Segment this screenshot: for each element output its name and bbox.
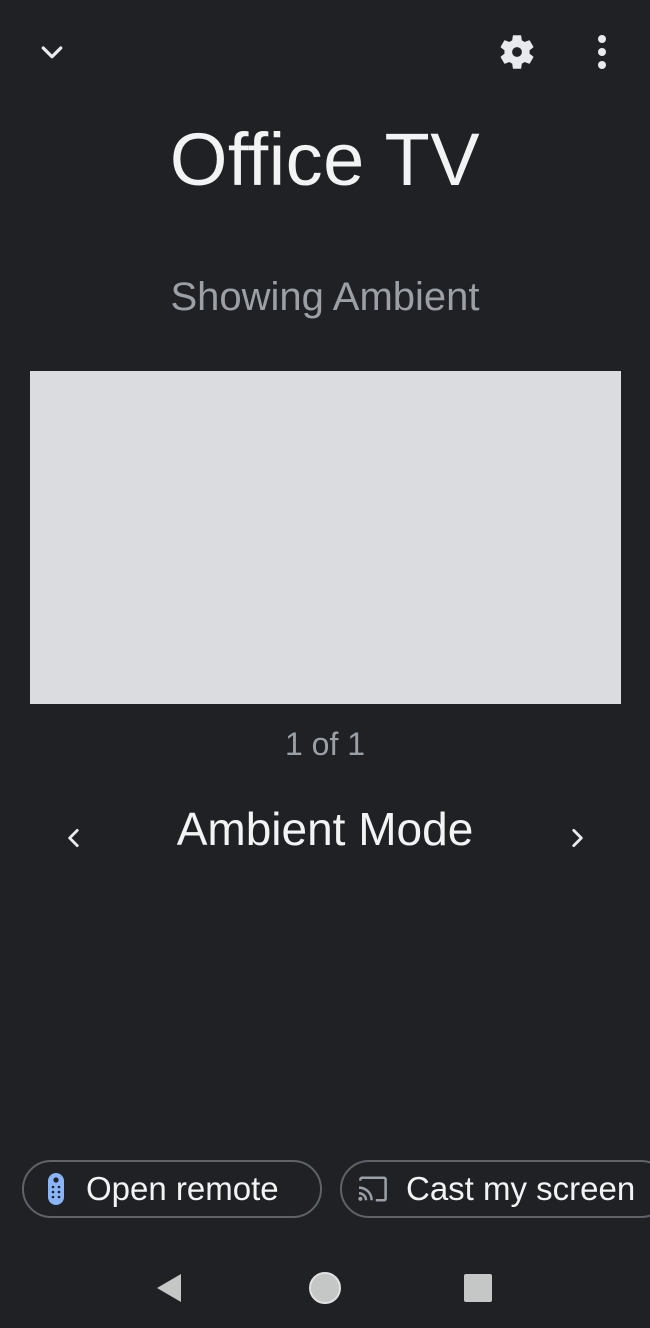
system-home-button[interactable] xyxy=(293,1256,357,1320)
remote-icon xyxy=(46,1172,66,1206)
chevron-right-icon xyxy=(572,829,583,847)
next-mode-button[interactable] xyxy=(547,808,607,868)
home-circle-icon xyxy=(309,1272,341,1304)
collapse-button[interactable] xyxy=(22,24,82,82)
open-remote-label: Open remote xyxy=(86,1170,279,1207)
cast-my-screen-button[interactable]: Cast my screen xyxy=(340,1160,650,1218)
cast-icon xyxy=(356,1175,390,1203)
gear-icon xyxy=(500,35,534,69)
more-vert-icon xyxy=(598,35,606,69)
recents-square-icon xyxy=(464,1274,492,1302)
more-options-button[interactable] xyxy=(572,22,632,82)
settings-button[interactable] xyxy=(487,22,547,82)
device-name: Office TV xyxy=(169,118,481,201)
system-back-button[interactable] xyxy=(138,1256,202,1320)
cast-label: Cast my screen xyxy=(406,1170,636,1207)
chevron-down-icon xyxy=(41,46,63,59)
back-triangle-icon xyxy=(157,1274,181,1302)
open-remote-button[interactable]: Open remote xyxy=(22,1160,322,1218)
system-recents-button[interactable] xyxy=(446,1256,510,1320)
carousel-counter: 1 of 1 xyxy=(284,726,366,762)
ambient-preview-image xyxy=(30,371,621,704)
device-status: Showing Ambient xyxy=(170,275,480,319)
